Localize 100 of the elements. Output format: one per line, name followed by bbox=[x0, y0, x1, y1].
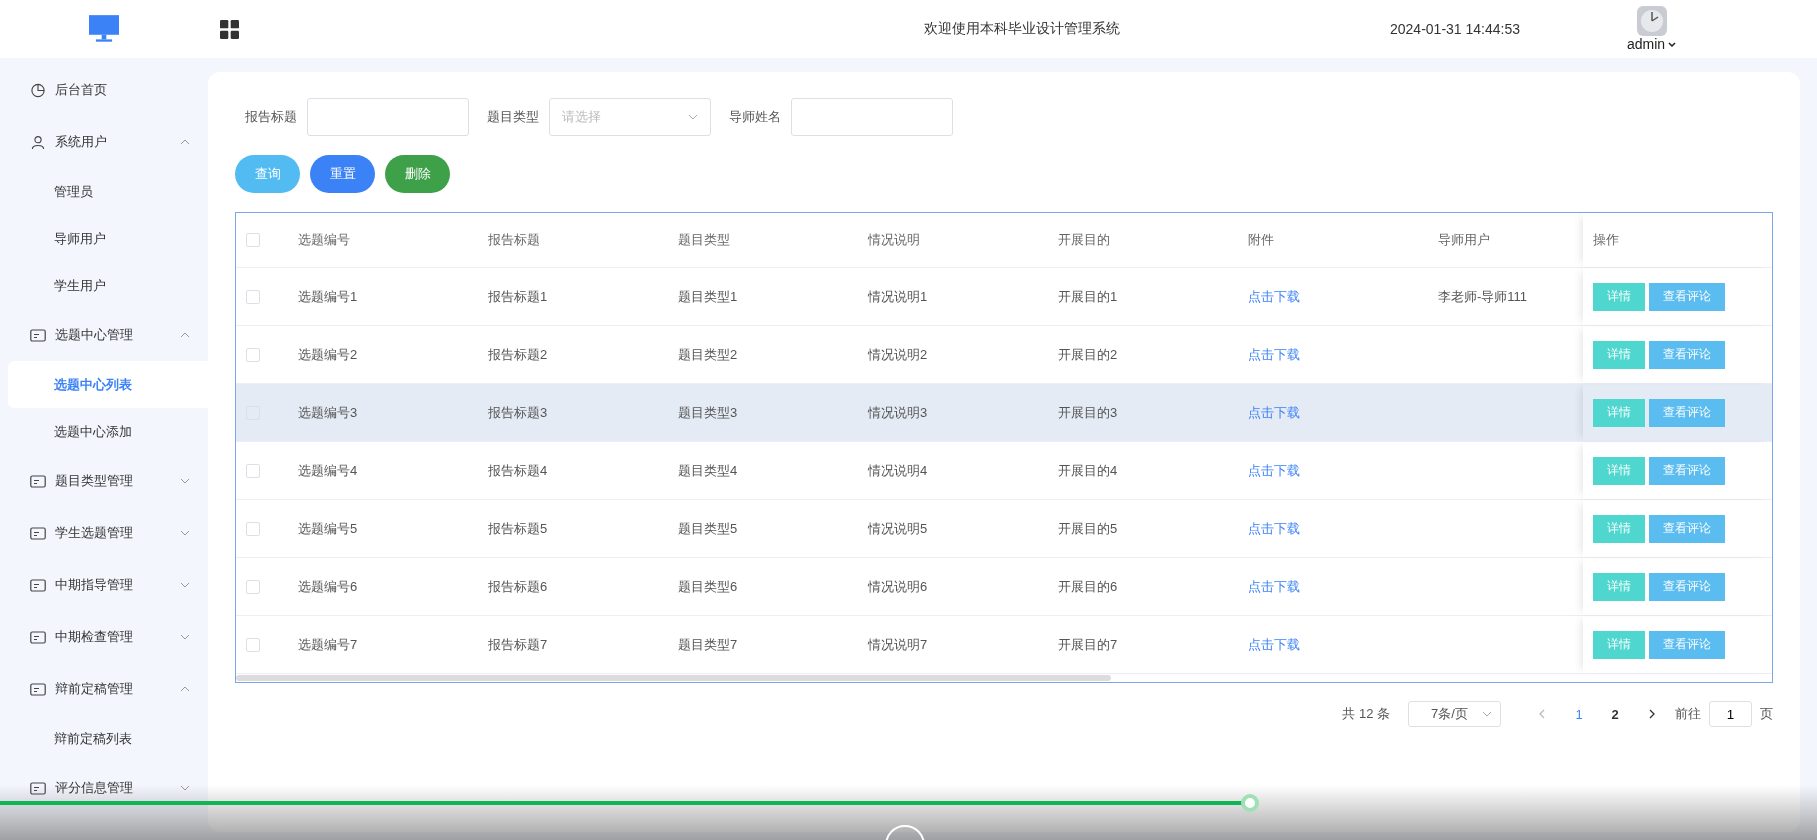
column-header: 选题编号 bbox=[298, 231, 350, 249]
submenu-item[interactable]: 导师用户 bbox=[8, 215, 208, 262]
table-cell: 题目类型7 bbox=[678, 635, 738, 654]
table-cell: 题目类型3 bbox=[678, 403, 738, 422]
menu-item[interactable]: 选题中心管理 bbox=[0, 309, 208, 361]
column-header: 情况说明 bbox=[868, 231, 920, 249]
table-cell: 选题编号5 bbox=[298, 519, 358, 538]
delete-button[interactable]: 删除 bbox=[385, 155, 450, 193]
comments-button[interactable]: 查看评论 bbox=[1649, 630, 1725, 659]
page-suffix: 页 bbox=[1760, 705, 1773, 723]
page-input[interactable]: 1 bbox=[1709, 701, 1752, 727]
menu-item[interactable]: 中期检查管理 bbox=[0, 611, 208, 663]
comments-button[interactable]: 查看评论 bbox=[1649, 572, 1725, 601]
column-header: 附件 bbox=[1248, 231, 1274, 249]
table-cell: 题目类型5 bbox=[678, 519, 738, 538]
comments-button[interactable]: 查看评论 bbox=[1649, 340, 1725, 369]
card-icon bbox=[30, 327, 46, 343]
checkbox[interactable] bbox=[246, 289, 260, 304]
comments-button[interactable]: 查看评论 bbox=[1649, 282, 1725, 311]
table-cell: 情况说明5 bbox=[868, 519, 928, 538]
checkbox[interactable] bbox=[246, 463, 260, 478]
next-page-icon[interactable] bbox=[1649, 709, 1655, 719]
checkbox[interactable] bbox=[246, 347, 260, 362]
table-cell: 报告标题3 bbox=[488, 403, 548, 422]
card-icon bbox=[30, 577, 46, 593]
page-number[interactable]: 1 bbox=[1565, 706, 1593, 722]
table-cell: 报告标题4 bbox=[488, 461, 548, 480]
table-cell: 李老师-导师111 bbox=[1438, 287, 1528, 306]
table-cell: 情况说明1 bbox=[868, 287, 928, 306]
table-cell: 报告标题6 bbox=[488, 577, 548, 596]
download-link[interactable]: 点击下载 bbox=[1248, 519, 1300, 538]
checkbox[interactable] bbox=[246, 233, 260, 247]
previous-page-icon[interactable] bbox=[1539, 709, 1545, 719]
scrollbar-thumb[interactable] bbox=[236, 675, 1111, 681]
comments-button[interactable]: 查看评论 bbox=[1649, 514, 1725, 543]
query-button[interactable]: 查询 bbox=[235, 155, 300, 193]
table-cell: 情况说明7 bbox=[868, 635, 928, 654]
table-cell: 题目类型2 bbox=[678, 345, 738, 364]
column-header: 操作 bbox=[1593, 231, 1619, 249]
comments-button[interactable]: 查看评论 bbox=[1649, 398, 1725, 427]
menu-item[interactable]: 辩前定稿管理 bbox=[0, 663, 208, 715]
table-cell: 报告标题2 bbox=[488, 345, 548, 364]
table-cell: 情况说明4 bbox=[868, 461, 928, 480]
checkbox[interactable] bbox=[246, 521, 260, 536]
menu-item[interactable]: 系统用户 bbox=[0, 116, 208, 168]
comments-button[interactable]: 查看评论 bbox=[1649, 456, 1725, 485]
chevron-down-icon bbox=[688, 114, 698, 120]
datetime: 2024-01-31 14:44:53 bbox=[1390, 21, 1520, 37]
checkbox[interactable] bbox=[246, 579, 260, 594]
table-cell: 开展目的5 bbox=[1058, 519, 1118, 538]
download-link[interactable]: 点击下载 bbox=[1248, 345, 1300, 364]
table-cell: 情况说明3 bbox=[868, 403, 928, 422]
download-link[interactable]: 点击下载 bbox=[1248, 287, 1300, 306]
input-field[interactable] bbox=[307, 98, 469, 136]
download-link[interactable]: 点击下载 bbox=[1248, 461, 1300, 480]
card-icon bbox=[30, 525, 46, 541]
input-field[interactable] bbox=[791, 98, 953, 136]
table-cell: 选题编号1 bbox=[298, 287, 358, 306]
table-cell: 开展目的4 bbox=[1058, 461, 1118, 480]
checkbox[interactable] bbox=[246, 637, 260, 652]
download-link[interactable]: 点击下载 bbox=[1248, 577, 1300, 596]
menu-icon[interactable] bbox=[220, 19, 239, 39]
submenu-item[interactable]: 辩前定稿列表 bbox=[8, 715, 208, 762]
table-cell: 开展目的2 bbox=[1058, 345, 1118, 364]
pie-chart-icon bbox=[30, 82, 46, 98]
menu-item[interactable]: 题目类型管理 bbox=[0, 455, 208, 507]
table-cell: 选题编号4 bbox=[298, 461, 358, 480]
table-cell: 选题编号7 bbox=[298, 635, 358, 654]
column-header: 开展目的 bbox=[1058, 231, 1110, 249]
column-header: 题目类型 bbox=[678, 231, 730, 249]
reset-button[interactable]: 重置 bbox=[310, 155, 375, 193]
table-cell: 情况说明6 bbox=[868, 577, 928, 596]
submenu-item[interactable]: 学生用户 bbox=[8, 262, 208, 309]
table-cell: 报告标题5 bbox=[488, 519, 548, 538]
card-icon bbox=[30, 681, 46, 697]
menu-item[interactable]: 学生选题管理 bbox=[0, 507, 208, 559]
table-cell: 选题编号6 bbox=[298, 577, 358, 596]
total-count: 共 12 条 bbox=[1342, 705, 1390, 723]
table-cell: 选题编号3 bbox=[298, 403, 358, 422]
page-size-select[interactable]: 7条/页 bbox=[1408, 701, 1501, 727]
table-cell: 开展目的6 bbox=[1058, 577, 1118, 596]
goto-label: 前往 bbox=[1675, 705, 1701, 723]
card-icon bbox=[30, 780, 46, 796]
table-cell: 开展目的3 bbox=[1058, 403, 1118, 422]
menu-item[interactable]: 中期指导管理 bbox=[0, 559, 208, 611]
menu-item[interactable]: 后台首页 bbox=[0, 64, 208, 116]
download-link[interactable]: 点击下载 bbox=[1248, 635, 1300, 654]
table-cell: 开展目的7 bbox=[1058, 635, 1118, 654]
page-number[interactable]: 2 bbox=[1601, 706, 1629, 722]
chevron-down-icon bbox=[1482, 711, 1492, 717]
card-icon bbox=[30, 629, 46, 645]
submenu-item[interactable]: 选题中心添加 bbox=[8, 408, 208, 455]
table-cell: 选题编号2 bbox=[298, 345, 358, 364]
submenu-item[interactable]: 管理员 bbox=[8, 168, 208, 215]
user-menu[interactable]: admin bbox=[1627, 36, 1677, 52]
table-cell: 开展目的1 bbox=[1058, 287, 1118, 306]
download-link[interactable]: 点击下载 bbox=[1248, 403, 1300, 422]
column-header: 导师用户 bbox=[1438, 231, 1490, 249]
table-cell: 情况说明2 bbox=[868, 345, 928, 364]
submenu-item[interactable]: 选题中心列表 bbox=[8, 361, 208, 408]
